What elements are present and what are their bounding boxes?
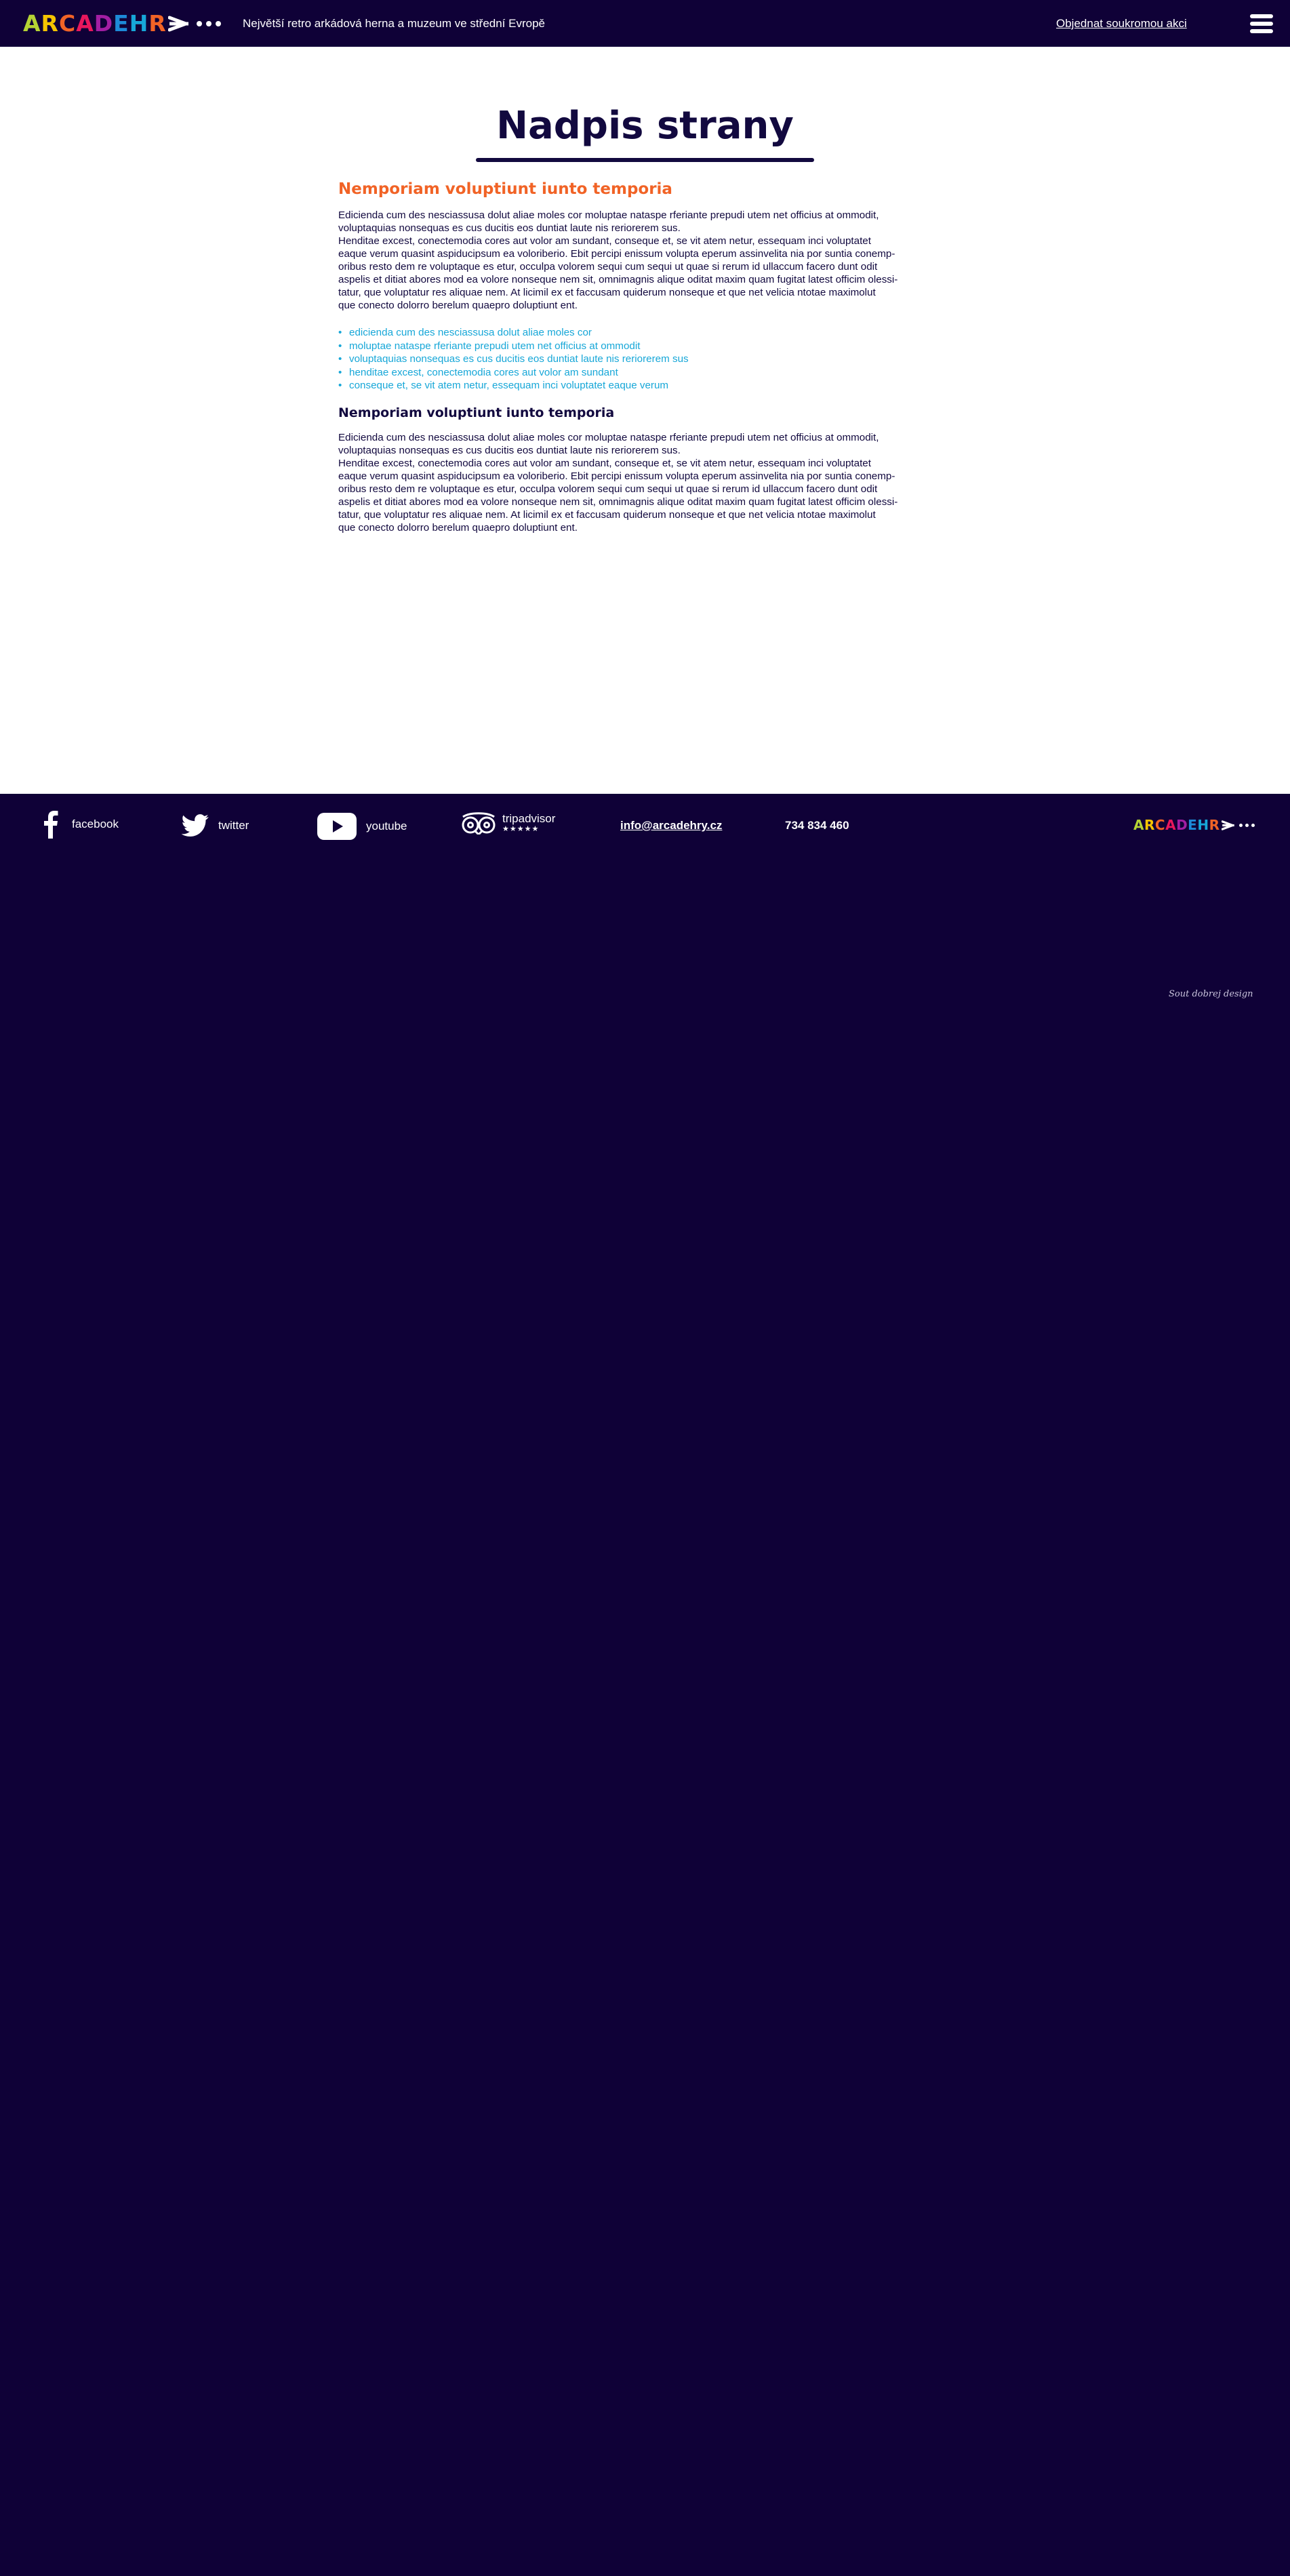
twitter-label: twitter [218, 819, 249, 832]
rating-stars: ★★★★★ [502, 825, 540, 833]
book-private-event-link[interactable]: Objednat soukromou akci [1056, 17, 1187, 31]
facebook-icon [44, 811, 58, 839]
logo-letter: E [1188, 817, 1198, 833]
logo-letter: A [1165, 817, 1177, 833]
list-item: • voluptaquias nonsequas es cus ducitis e… [338, 353, 689, 365]
section-heading: Nemporiam voluptiunt iunto temporia [338, 180, 672, 198]
facebook-label: facebook [72, 818, 119, 830]
phone-number: 734 834 460 [785, 819, 849, 832]
twitter-link[interactable]: twitter [181, 814, 249, 837]
logo-letter: A [1133, 817, 1144, 833]
logo-letter: H [1197, 817, 1209, 833]
list-item: • henditae excest, conectemodia cores aut… [338, 366, 618, 378]
text-line: oribus resto dem re voluptaque es etur, … [338, 261, 878, 273]
list-item: • conseque et, se vit atem netur, essequa… [338, 380, 669, 391]
youtube-icon [317, 813, 357, 840]
youtube-label: youtube [366, 820, 407, 832]
hamburger-icon[interactable] [1250, 14, 1273, 33]
section-subheading: Nemporiam voluptiunt iunto temporia [338, 405, 615, 420]
tripadvisor-text: tripadvisor ★★★★★ [502, 812, 556, 834]
page-title: Nadpis strany [496, 104, 794, 148]
footer-logo[interactable]: A R C A D E H R [1133, 818, 1255, 832]
article-body: Nemporiam voluptiunt iunto temporia Edic… [338, 179, 955, 534]
twitter-icon [181, 814, 209, 837]
logo-letter: R [41, 10, 59, 37]
top-navigation-bar: A R C A D E H R Největší retro arkádová … [0, 0, 1290, 47]
logo-letter: R [148, 10, 167, 37]
text-line: Henditae excest, conectemodia cores aut … [338, 235, 871, 247]
text-line: aspelis et ditiat abores mod ea volore n… [338, 274, 898, 285]
logo-arrow-icon [167, 16, 188, 32]
logo-dots-icon [196, 21, 221, 26]
site-footer: facebook twitter youtube tripadvisor ★★★… [0, 794, 1290, 2576]
logo-letter: A [76, 10, 94, 37]
title-underline [476, 158, 814, 162]
logo-letter: C [1154, 817, 1166, 833]
logo-letter: D [1176, 817, 1188, 833]
facebook-link[interactable]: facebook [43, 810, 119, 839]
logo-arrow-icon [1221, 820, 1234, 830]
text-line: que conecto dolorro berelum quaepro dolu… [338, 521, 578, 534]
youtube-link[interactable]: youtube [317, 813, 407, 840]
text-line: Edicienda cum des nesciassusa dolut alia… [338, 431, 879, 443]
logo-letter: E [113, 10, 129, 37]
section-paragraph: Edicienda cum des nesciassusa dolut alia… [338, 209, 955, 312]
logo-letter: A [23, 10, 41, 37]
logo-letter: R [1144, 817, 1155, 833]
text-line: voluptaquias nonsequas es cus ducitis eo… [338, 444, 681, 456]
main-content: Nadpis strany Nemporiam voluptiunt iunto… [0, 47, 1290, 794]
text-line: voluptaquias nonsequas es cus ducitis eo… [338, 222, 681, 234]
tripadvisor-owl-icon [462, 812, 496, 834]
site-tagline: Největší retro arkádová herna a muzeum v… [243, 17, 545, 30]
text-line: tatur, que voluptatur res aliquae nem. A… [338, 508, 876, 521]
logo-letter: H [129, 10, 149, 37]
logo-letter: D [94, 10, 114, 37]
tripadvisor-link[interactable]: tripadvisor ★★★★★ [460, 811, 555, 834]
arcadehry-logo[interactable]: A R C A D E H R [23, 10, 221, 37]
text-line: oribus resto dem re voluptaque es etur, … [338, 483, 878, 495]
list-item: • edicienda cum des nesciassusa dolut ali… [338, 327, 592, 338]
text-line: Henditae excest, conectemodia cores aut … [338, 457, 871, 469]
text-line: que conecto dolorro berelum quaepro dolu… [338, 300, 578, 311]
text-line: eaque verum quasint aspiducipsum ea volo… [338, 248, 895, 260]
text-line: Edicienda cum des nesciassusa dolut alia… [338, 209, 879, 221]
logo-letter: R [1209, 817, 1220, 833]
tripadvisor-label: tripadvisor [502, 812, 556, 825]
logo-letter: C [58, 10, 77, 37]
logo-wordmark: A R C A D E H R [1133, 818, 1220, 832]
text-line: tatur, que voluptatur res aliquae nem. A… [338, 287, 876, 298]
logo-wordmark: A R C A D E H R [23, 10, 167, 37]
text-line: eaque verum quasint aspiducipsum ea volo… [338, 470, 895, 482]
email-link[interactable]: info@arcadehry.cz [620, 819, 722, 832]
section-paragraph: Edicienda cum des nesciassusa dolut alia… [338, 431, 955, 534]
designer-credit-link[interactable]: Sout dobrej design [1169, 989, 1253, 999]
text-line: aspelis et ditiat abores mod ea volore n… [338, 496, 898, 508]
logo-dots-icon [1238, 823, 1255, 827]
list-item: • moluptae nataspe rferiante prepudi utem… [338, 340, 641, 352]
bullet-list: • edicienda cum des nesciassusa dolut ali… [338, 326, 955, 393]
